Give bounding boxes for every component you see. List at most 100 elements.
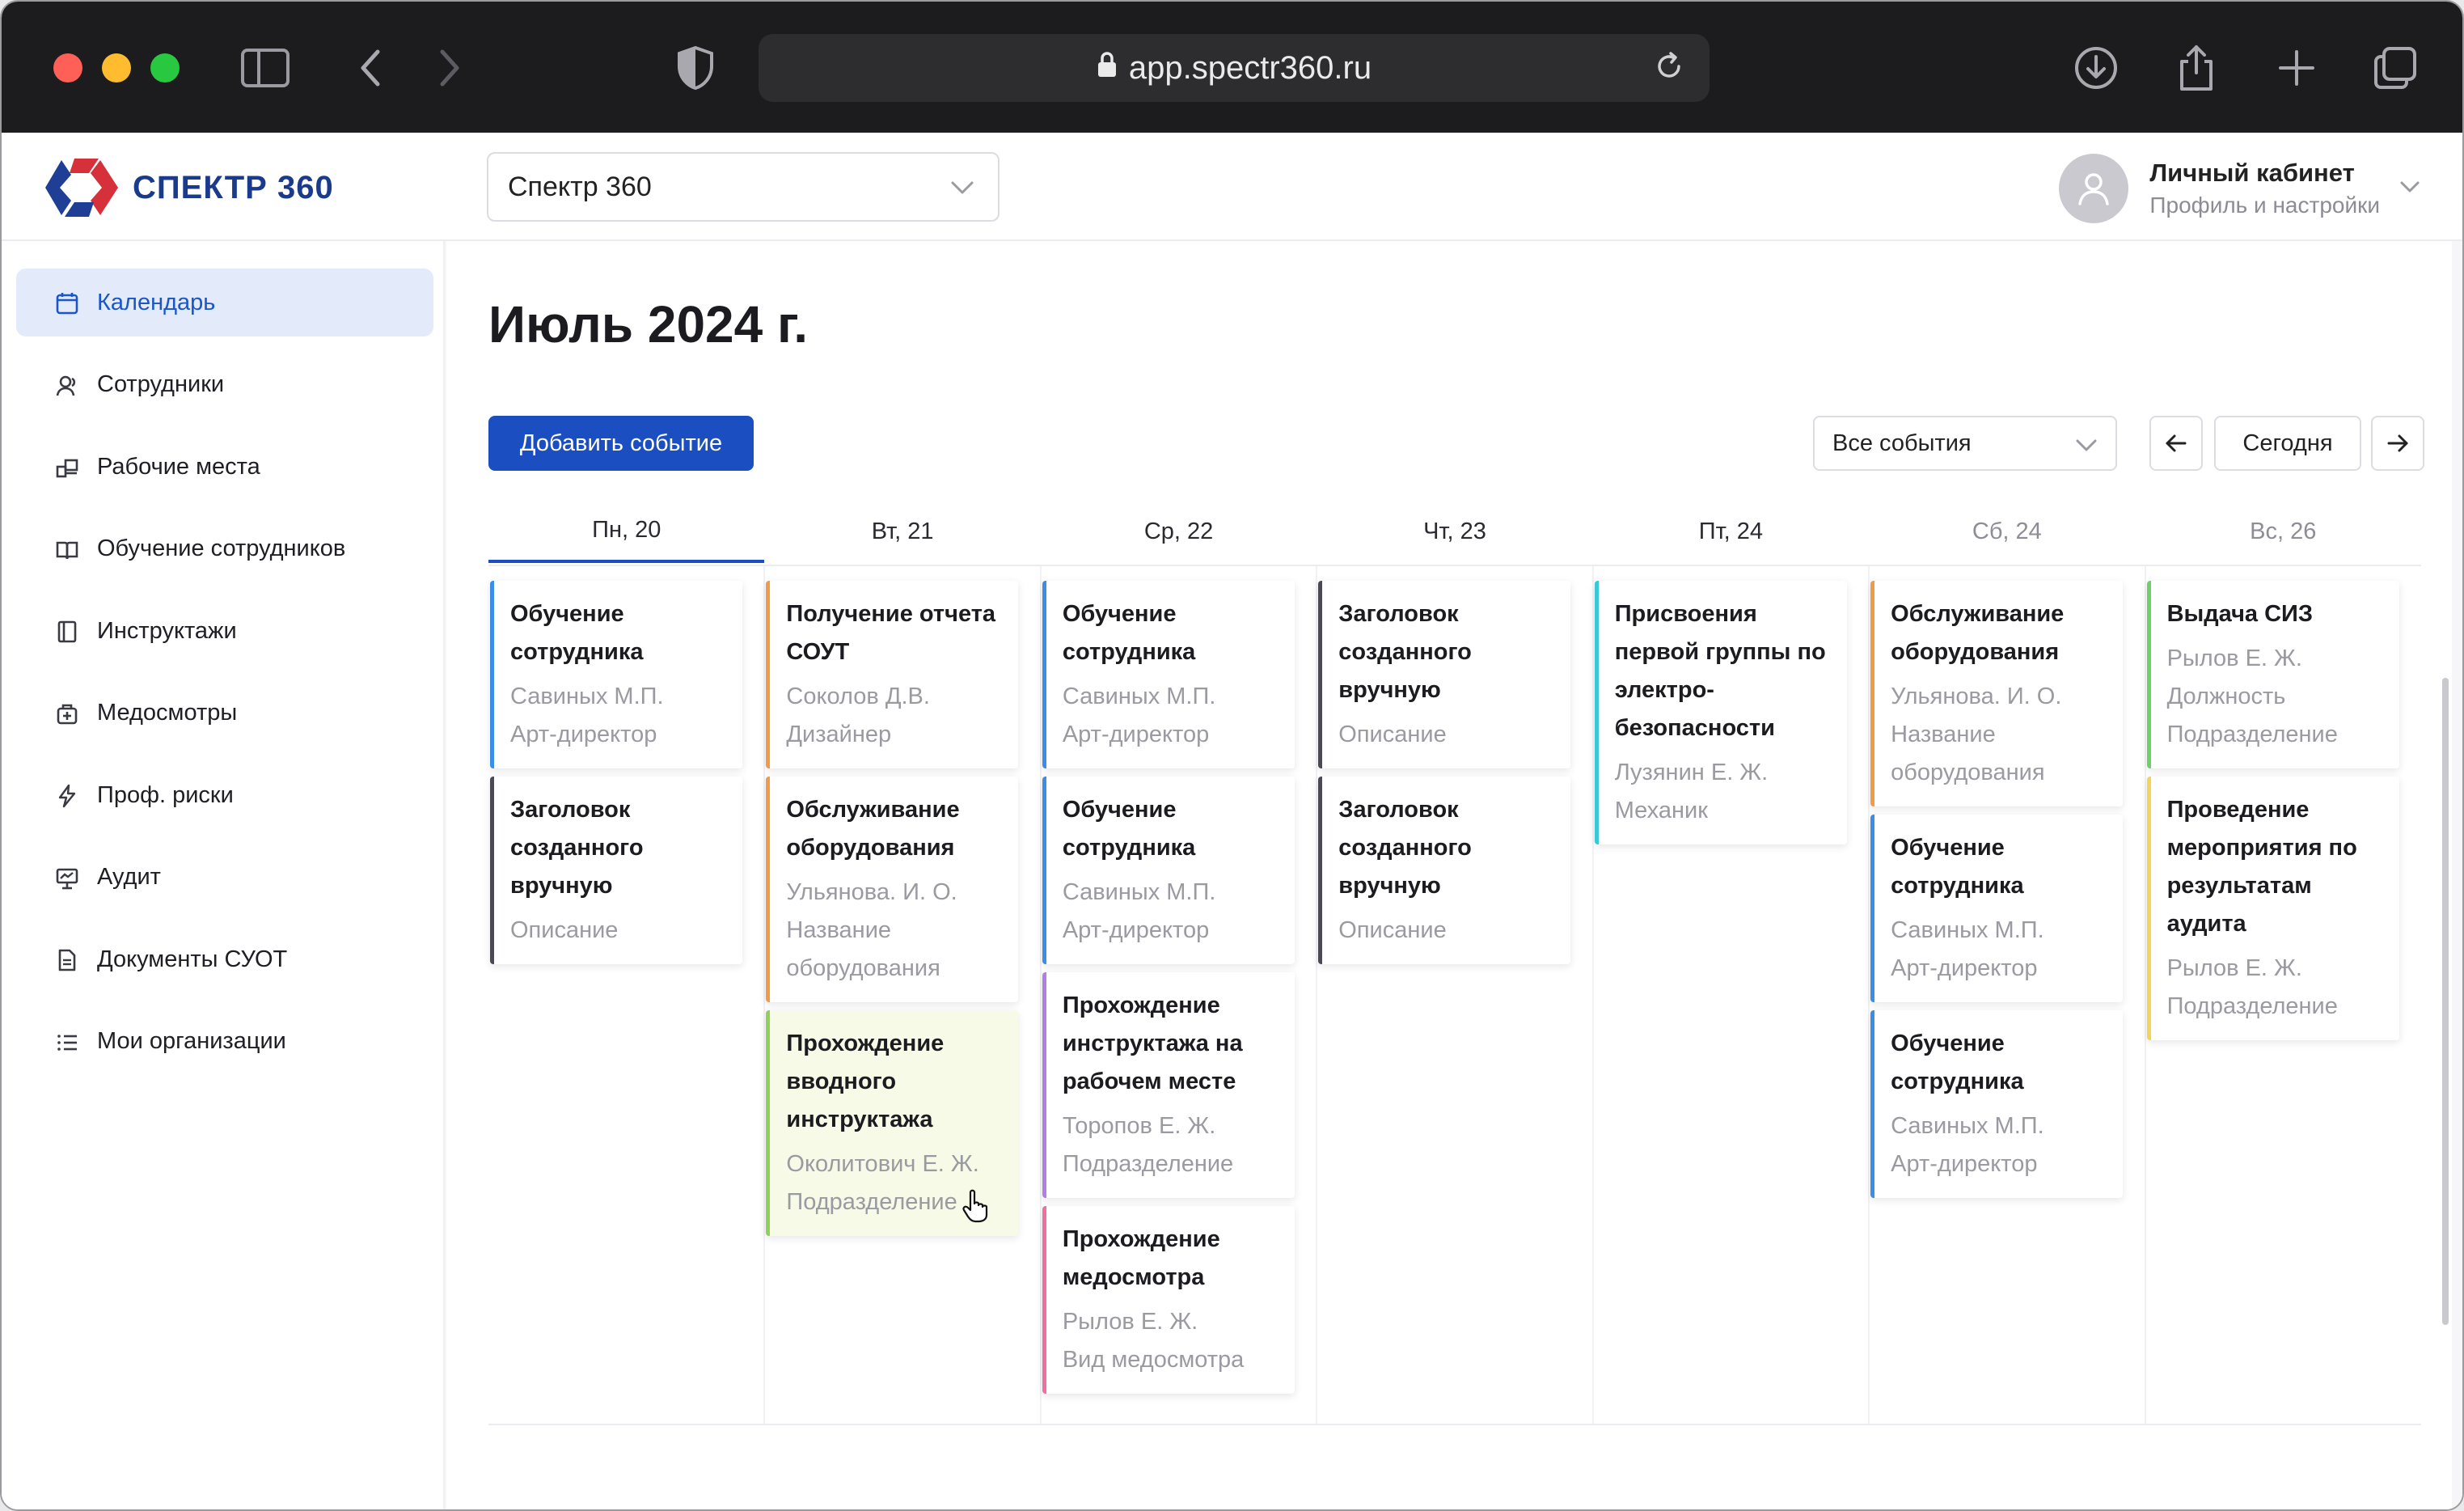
main-content: Июль 2024 г. Добавить событие Все событи…: [445, 241, 2462, 1509]
event-detail: Арт-директор: [1891, 1151, 2038, 1177]
browser-toolbar: app.spectr360.ru: [2, 2, 2462, 133]
back-icon[interactable]: [344, 42, 396, 94]
event-card[interactable]: Присвоения первой группы по электро-безопа…: [1594, 581, 1847, 844]
event-title: электро-: [1614, 677, 1714, 703]
event-card[interactable]: Прохождение инструктажа на рабочем месте То…: [1042, 972, 1295, 1198]
logo[interactable]: СПЕКТР 360: [42, 154, 334, 222]
event-title: аудита: [2166, 911, 2246, 937]
download-icon[interactable]: [2070, 42, 2122, 94]
sidebar-toggle-icon[interactable]: [239, 42, 291, 94]
event-detail: оборудования: [1891, 760, 2045, 785]
event-title: Обучение: [1891, 1031, 2005, 1056]
close-window-button[interactable]: [53, 53, 82, 83]
column-divider: [2144, 566, 2146, 1424]
sidebar-item-5[interactable]: Инструктажи: [16, 597, 433, 665]
previous-week-button[interactable]: [2149, 416, 2203, 471]
event-title: Обслуживание: [1891, 601, 2065, 627]
event-card[interactable]: Обучение сотрудника Савиных М.П. Арт-директ…: [1042, 581, 1295, 768]
event-title: Обслуживание: [786, 797, 960, 823]
event-detail: Ульянова. И. О.: [786, 879, 957, 905]
event-detail: Описание: [510, 917, 619, 943]
event-title: Выдача СИЗ: [2166, 601, 2314, 627]
calendar-scrollbar[interactable]: [2442, 678, 2449, 1325]
sidebar-item-9[interactable]: Документы СУОТ: [16, 925, 433, 993]
event-card[interactable]: Выдача СИЗ Рылов Е. Ж. Должность Подразделе…: [2146, 581, 2399, 768]
event-card[interactable]: Заголовок созданного вручную Описание: [490, 777, 742, 964]
new-tab-icon[interactable]: [2271, 42, 2322, 94]
event-detail: Торопов Е. Ж.: [1062, 1113, 1216, 1139]
user-icon: [2078, 173, 2110, 205]
event-filter-value: Все события: [1832, 430, 1972, 456]
add-event-button[interactable]: Добавить событие: [488, 416, 754, 471]
event-card[interactable]: Обслуживание оборудования Ульянова. И. О. Н…: [766, 777, 1019, 1002]
event-filter-select[interactable]: Все события: [1813, 416, 2117, 471]
maximize-window-button[interactable]: [150, 53, 180, 83]
sidebar-item-2[interactable]: Сотрудники: [16, 351, 433, 419]
event-detail: Дизайнер: [786, 722, 892, 747]
sidebar-item-1[interactable]: Календарь: [16, 269, 433, 336]
event-card[interactable]: Заголовок созданного вручную Описание: [1318, 777, 1571, 964]
chevron-down-icon: [2398, 175, 2422, 203]
shield-icon[interactable]: [670, 42, 721, 94]
share-icon[interactable]: [2170, 42, 2222, 94]
day-header[interactable]: Сб, 24: [1869, 500, 2145, 563]
column-divider: [763, 566, 766, 1424]
user-menu[interactable]: Личный кабинет Профиль и настройки: [2059, 152, 2422, 225]
event-title: Обучение: [1062, 797, 1177, 823]
minimize-window-button[interactable]: [102, 53, 131, 83]
sidebar-item-label: Аудит: [97, 864, 161, 890]
tabs-overview-icon[interactable]: [2369, 42, 2421, 94]
url-text: app.spectr360.ru: [1128, 49, 1372, 86]
arrow-right-icon: [2387, 434, 2408, 452]
organization-select[interactable]: Спектр 360: [487, 152, 1000, 222]
event-card[interactable]: Проведение мероприятия по результатам аудит…: [2146, 777, 2399, 1040]
sidebar-item-4[interactable]: Обучение сотрудников: [16, 515, 433, 583]
event-card[interactable]: Обучение сотрудника Савиных М.П. Арт-директ…: [1042, 777, 1295, 964]
event-card[interactable]: Получение отчета СОУТ Соколов Д.В. Дизайнер: [766, 581, 1019, 768]
event-detail: Рылов Е. Ж.: [1062, 1309, 1198, 1335]
event-detail: Название: [786, 917, 892, 943]
day-header[interactable]: Пт, 24: [1593, 500, 1869, 563]
reload-icon[interactable]: [1651, 49, 1687, 92]
column-divider: [1039, 566, 1042, 1424]
forward-icon[interactable]: [424, 42, 475, 94]
event-title: Прохождение: [786, 1031, 945, 1056]
event-detail: Название: [1891, 722, 1996, 747]
address-bar[interactable]: app.spectr360.ru: [759, 34, 1710, 102]
people-icon: [55, 374, 79, 398]
event-card[interactable]: Обучение сотрудника Савиных М.П. Арт-директ…: [1870, 815, 2124, 1002]
sidebar-item-label: Мои организации: [97, 1028, 286, 1054]
file-icon: [55, 948, 79, 972]
day-header[interactable]: Пн, 20: [488, 500, 765, 563]
event-title: Заголовок: [510, 797, 631, 823]
sidebar-item-10[interactable]: Мои организации: [16, 1008, 433, 1076]
day-header[interactable]: Чт, 23: [1317, 500, 1592, 563]
sidebar-item-7[interactable]: Проф. риски: [16, 761, 433, 829]
event-title: сотрудника: [510, 639, 644, 665]
event-card[interactable]: Обучение сотрудника Савиных М.П. Арт-директ…: [490, 581, 742, 768]
sidebar-item-label: Документы СУОТ: [97, 946, 288, 972]
event-detail: Савиных М.П.: [1062, 879, 1216, 905]
sidebar-item-8[interactable]: Аудит: [16, 844, 433, 912]
event-detail: оборудования: [786, 955, 940, 981]
event-title: сотрудника: [1062, 835, 1196, 861]
event-title: результатам: [2166, 873, 2312, 899]
day-header[interactable]: Вт, 21: [764, 500, 1040, 563]
book-icon: [55, 538, 79, 562]
today-button[interactable]: Сегодня: [2214, 416, 2361, 471]
day-header[interactable]: Вс, 26: [2145, 500, 2421, 563]
sidebar-item-6[interactable]: Медосмотры: [16, 679, 433, 747]
day-header[interactable]: Ср, 22: [1041, 500, 1317, 563]
event-card[interactable]: Заголовок созданного вручную Описание: [1318, 581, 1571, 768]
lightning-icon: [55, 784, 79, 808]
sidebar: Календарь Сотрудники Рабочие места Обучение…: [2, 241, 445, 1509]
event-card[interactable]: Прохождение медосмотра Рылов Е. Ж. Вид медо…: [1042, 1206, 1295, 1394]
next-week-button[interactable]: [2371, 416, 2424, 471]
event-card[interactable]: Обучение сотрудника Савиных М.П. Арт-директ…: [1870, 1010, 2124, 1198]
event-detail: Ульянова. И. О.: [1891, 684, 2062, 709]
event-card[interactable]: Обслуживание оборудования Ульянова. И. О. Н…: [1870, 581, 2124, 806]
event-title: созданного: [510, 835, 644, 861]
sidebar-item-3[interactable]: Рабочие места: [16, 433, 433, 501]
calendar-bottom-divider: [488, 1424, 2421, 1425]
event-title: Заголовок: [1338, 797, 1459, 823]
